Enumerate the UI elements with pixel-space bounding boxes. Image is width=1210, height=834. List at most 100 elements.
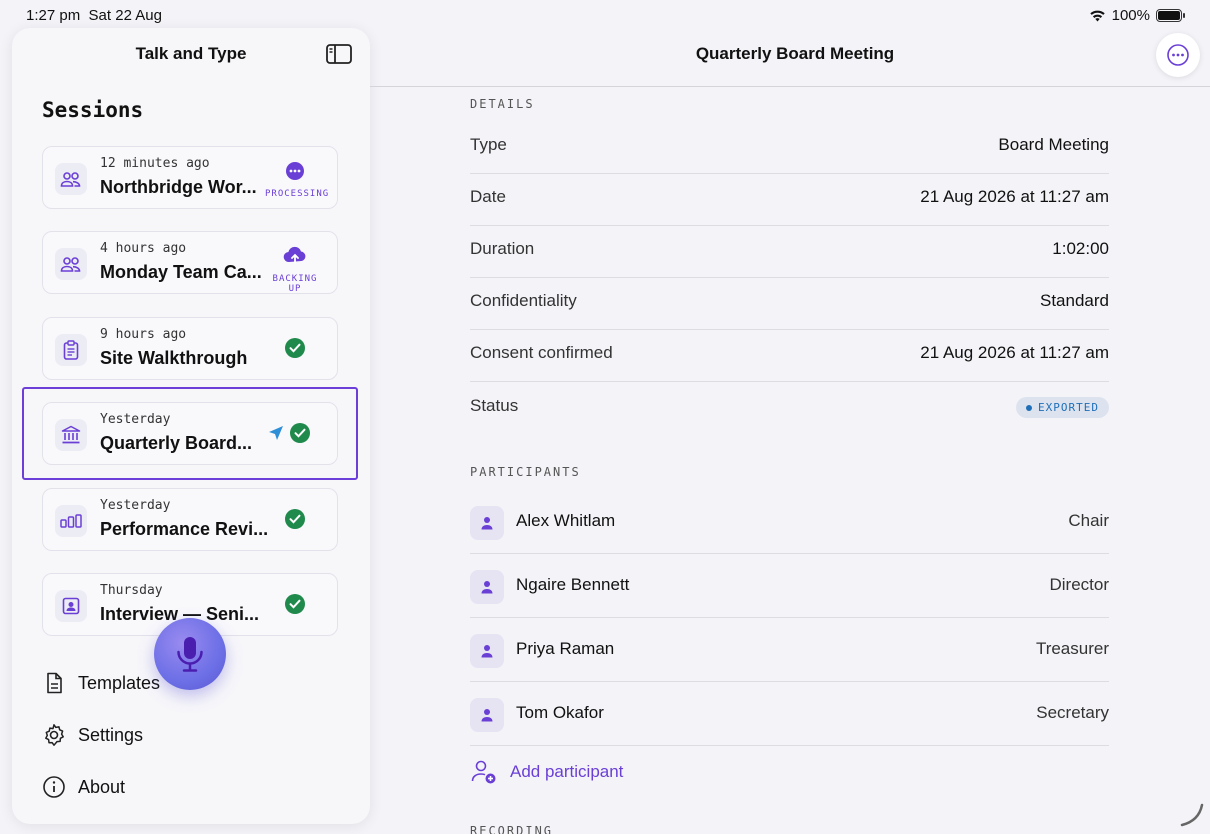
person-icon xyxy=(470,570,504,604)
nav-templates-label: Templates xyxy=(78,672,161,693)
session-status xyxy=(265,338,325,358)
check-icon xyxy=(290,423,310,443)
date: Sat 22 Aug xyxy=(88,7,162,24)
people-icon xyxy=(55,248,87,280)
nav-about[interactable]: About xyxy=(42,775,125,799)
info-icon xyxy=(43,776,65,798)
participant-role: Secretary xyxy=(1036,703,1109,722)
add-participant-label: Add participant xyxy=(510,762,624,781)
detail-key: Date xyxy=(470,187,506,206)
bar-chart-icon xyxy=(55,505,87,537)
detail-row-consent: Consent confirmed 21 Aug 2026 at 11:27 a… xyxy=(470,330,1109,382)
session-time: Yesterday xyxy=(100,412,171,427)
add-participant-button[interactable]: Add participant xyxy=(470,758,623,786)
detail-row-type: Type Board Meeting xyxy=(470,122,1109,174)
sidebar-toggle-icon[interactable] xyxy=(326,44,352,64)
session-status xyxy=(265,594,325,614)
session-status: PROCESSING xyxy=(265,161,330,199)
battery-percent: 100% xyxy=(1111,7,1150,24)
people-icon xyxy=(55,163,87,195)
cloud-upload-icon xyxy=(283,246,306,264)
id-badge-icon xyxy=(55,590,87,622)
detail-row-date: Date 21 Aug 2026 at 11:27 am xyxy=(470,174,1109,226)
status-badge: EXPORTED xyxy=(1016,397,1109,418)
page-title: Quarterly Board Meeting xyxy=(695,44,895,63)
detail-key: Confidentiality xyxy=(470,291,577,310)
detail-value: Board Meeting xyxy=(998,135,1109,154)
session-card[interactable]: 4 hours ago Monday Team Ca... BACKING UP xyxy=(42,231,338,294)
session-time: Thursday xyxy=(100,583,163,598)
sidebar: Talk and Type Sessions 12 minutes ago No… xyxy=(12,28,370,824)
detail-key: Type xyxy=(470,135,507,154)
participant-name: Priya Raman xyxy=(516,639,615,658)
status-time: 1:27 pm Sat 22 Aug xyxy=(26,7,162,24)
session-card[interactable]: Yesterday Performance Revi... xyxy=(42,488,338,551)
participant-role: Director xyxy=(1049,575,1109,594)
clock: 1:27 pm xyxy=(26,7,81,24)
participant-name: Ngaire Bennett xyxy=(516,575,630,594)
session-name: Performance Revi... xyxy=(100,519,269,539)
participant-row[interactable]: Alex Whitlam Chair xyxy=(470,490,1109,554)
ellipsis-circle-icon xyxy=(1167,44,1189,66)
session-name: Northbridge Wor... xyxy=(100,177,257,197)
add-person-icon xyxy=(471,760,496,784)
session-time: 12 minutes ago xyxy=(100,156,210,171)
clipboard-icon xyxy=(55,334,87,366)
nav-settings-label: Settings xyxy=(78,724,144,745)
detail-value: Standard xyxy=(1040,291,1109,310)
session-name: Quarterly Board... xyxy=(100,433,253,453)
session-status xyxy=(249,423,329,443)
send-icon xyxy=(269,426,283,440)
header-divider xyxy=(370,86,1210,87)
wifi-icon xyxy=(1089,10,1105,22)
document-icon xyxy=(47,672,62,694)
more-options-button[interactable] xyxy=(1156,33,1200,77)
app-title: Talk and Type xyxy=(135,44,247,63)
processing-icon xyxy=(286,162,304,180)
detail-row-confidentiality[interactable]: Confidentiality Standard xyxy=(470,278,1109,330)
status-label: BACKING UP xyxy=(272,274,318,294)
session-time: 9 hours ago xyxy=(100,327,187,342)
microphone-icon xyxy=(177,637,203,672)
session-name: Site Walkthrough xyxy=(100,348,248,368)
nav-templates[interactable]: Templates xyxy=(42,671,160,695)
detail-value: 21 Aug 2026 at 11:27 am xyxy=(920,187,1109,206)
session-time: 4 hours ago xyxy=(100,241,187,256)
session-card[interactable]: 12 minutes ago Northbridge Wor... PROCES… xyxy=(42,146,338,209)
gear-icon xyxy=(45,724,64,746)
detail-key: Status xyxy=(470,396,519,415)
participant-name: Alex Whitlam xyxy=(516,511,616,530)
participant-row[interactable]: Tom Okafor Secretary xyxy=(470,682,1109,746)
session-status xyxy=(265,509,325,529)
detail-value: 21 Aug 2026 at 11:27 am xyxy=(920,343,1109,362)
detail-row-status: Status EXPORTED xyxy=(470,383,1109,435)
participants-heading: PARTICIPANTS xyxy=(470,465,581,479)
nav-about-label: About xyxy=(78,776,126,797)
participant-row[interactable]: Ngaire Bennett Director xyxy=(470,554,1109,618)
check-icon xyxy=(285,338,305,358)
detail-key: Consent confirmed xyxy=(470,343,613,362)
person-icon xyxy=(470,698,504,732)
record-button[interactable] xyxy=(154,618,226,690)
details-heading: DETAILS xyxy=(470,97,535,111)
person-icon xyxy=(470,634,504,668)
participant-row[interactable]: Priya Raman Treasurer xyxy=(470,618,1109,682)
check-icon xyxy=(285,509,305,529)
participant-role: Treasurer xyxy=(1035,639,1109,658)
detail-key: Duration xyxy=(470,239,535,258)
session-card[interactable]: 9 hours ago Site Walkthrough xyxy=(42,317,338,380)
resize-handle-icon[interactable] xyxy=(1178,802,1204,828)
battery-icon xyxy=(1156,9,1185,22)
detail-value: 1:02:00 xyxy=(1052,239,1109,258)
session-time: Yesterday xyxy=(100,498,171,513)
session-card-selected[interactable]: Yesterday Quarterly Board... xyxy=(42,402,338,465)
participant-role: Chair xyxy=(1068,511,1109,530)
status-label: PROCESSING xyxy=(265,189,330,199)
person-icon xyxy=(470,506,504,540)
status-right: 100% xyxy=(1089,7,1185,24)
bank-icon xyxy=(55,419,87,451)
sessions-heading: Sessions xyxy=(42,98,144,122)
nav-settings[interactable]: Settings xyxy=(42,723,143,747)
detail-row-duration: Duration 1:02:00 xyxy=(470,226,1109,278)
session-status: BACKING UP xyxy=(265,246,325,294)
